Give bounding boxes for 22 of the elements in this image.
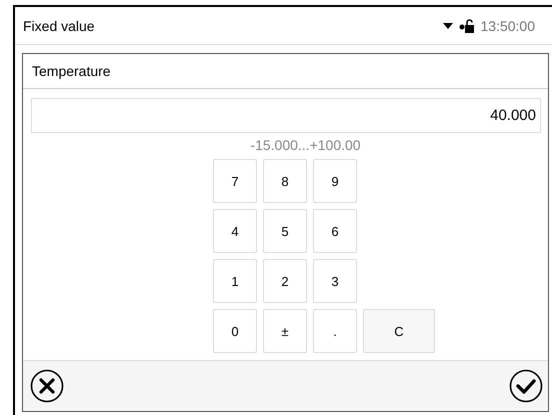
keypad-key[interactable]: 4 bbox=[213, 209, 257, 253]
keypad-key[interactable]: 8 bbox=[263, 159, 307, 203]
keypad-key[interactable]: 2 bbox=[263, 259, 307, 303]
keypad-key[interactable]: 0 bbox=[213, 309, 257, 353]
keypad-key[interactable]: 5 bbox=[263, 209, 307, 253]
keypad-key[interactable]: 7 bbox=[213, 159, 257, 203]
cancel-icon[interactable] bbox=[30, 369, 64, 403]
keypad-key[interactable]: 3 bbox=[313, 259, 357, 303]
dropdown-arrow-icon[interactable] bbox=[442, 22, 452, 28]
dialog-title: Temperature bbox=[23, 54, 548, 89]
value-input-field[interactable]: 40.000 bbox=[31, 98, 541, 133]
keypad-key[interactable]: 1 bbox=[213, 259, 257, 303]
confirm-checkmark-icon[interactable] bbox=[509, 369, 543, 403]
keypad-key[interactable]: . bbox=[313, 309, 357, 353]
lock-icon bbox=[458, 18, 474, 32]
keypad-key[interactable]: 9 bbox=[313, 159, 357, 203]
keypad-key[interactable]: C bbox=[363, 309, 435, 353]
range-label: -15.000...+100.00 bbox=[249, 137, 362, 153]
keypad-key[interactable]: ± bbox=[263, 309, 307, 353]
screen-title: Fixed value bbox=[23, 18, 95, 34]
clock-time: 13:50:00 bbox=[480, 18, 535, 34]
keypad-key[interactable]: 6 bbox=[313, 209, 357, 253]
